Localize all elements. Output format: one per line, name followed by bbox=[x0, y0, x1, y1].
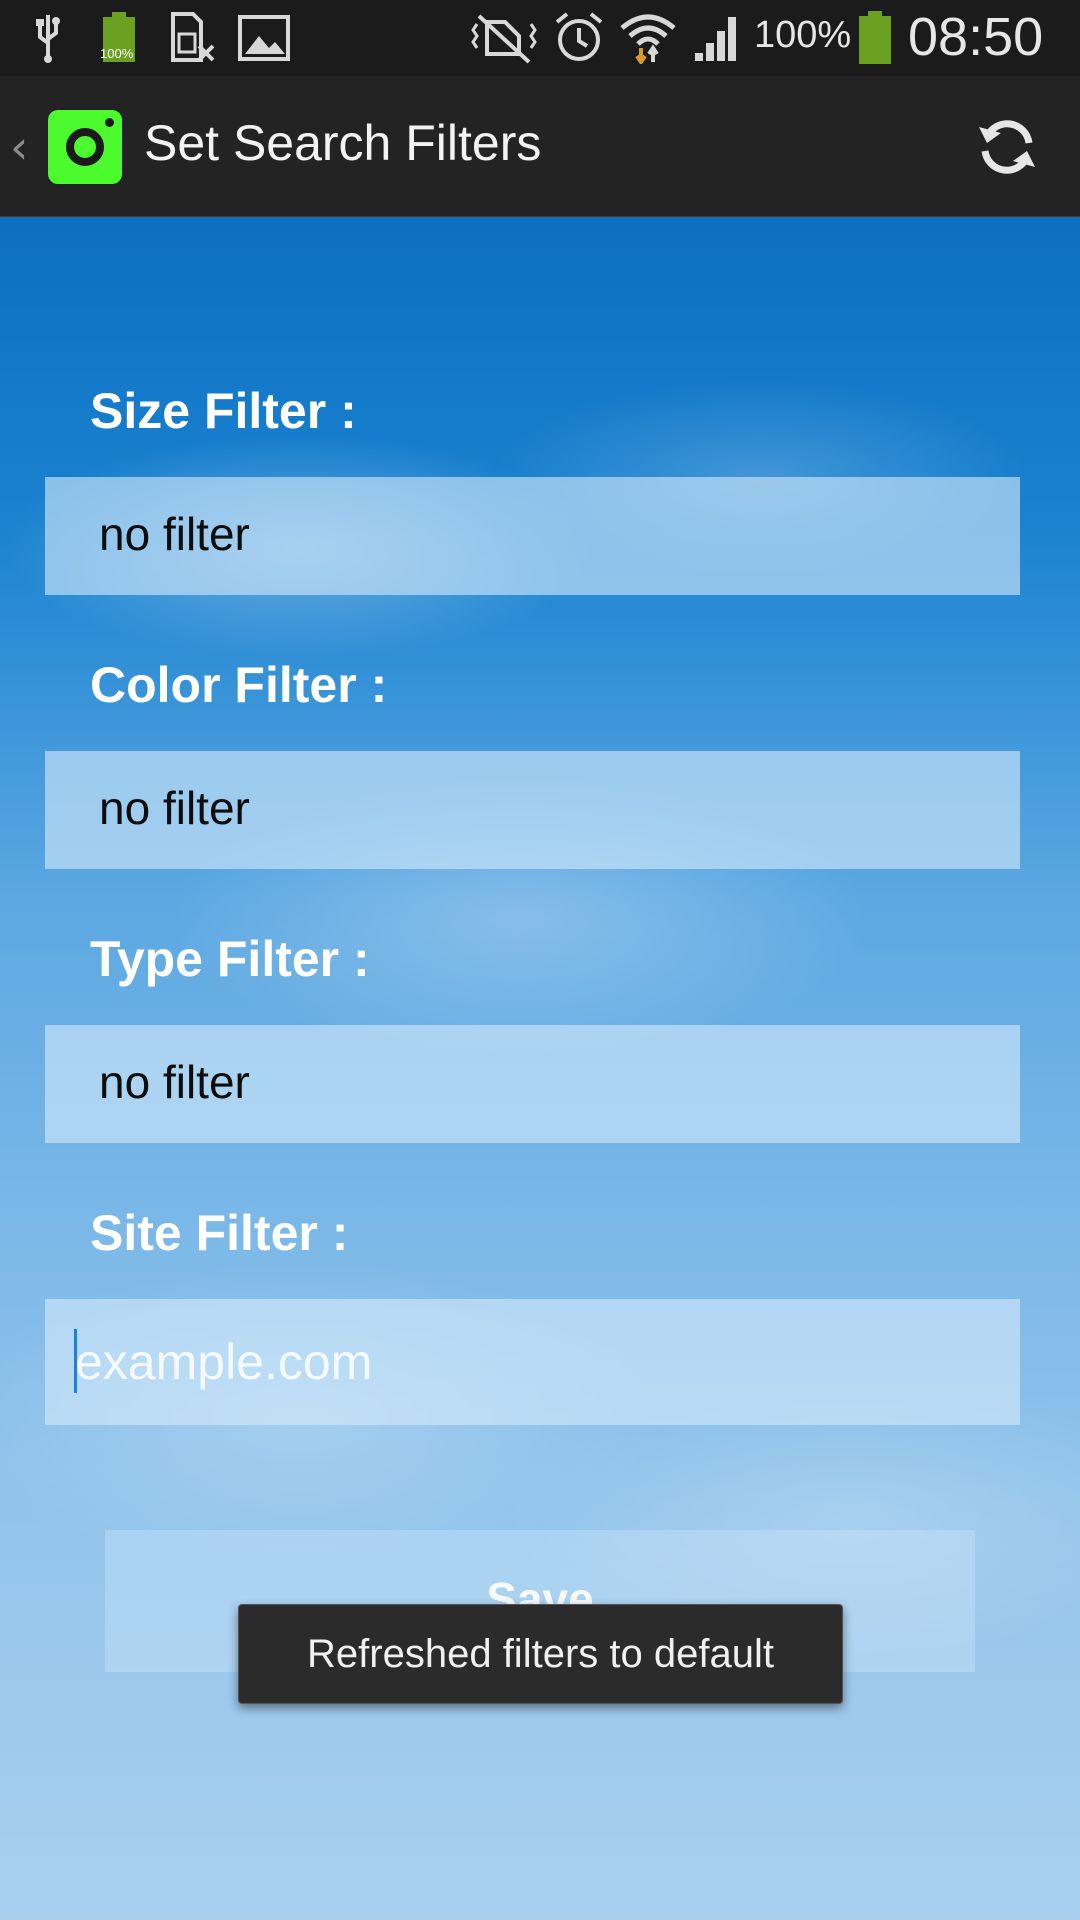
sim-off-icon bbox=[168, 12, 216, 64]
refresh-icon bbox=[979, 120, 1035, 174]
toast: Refreshed filters to default bbox=[238, 1604, 843, 1704]
camera-lens-icon bbox=[66, 128, 104, 166]
color-filter-value: no filter bbox=[99, 782, 250, 834]
gallery-icon bbox=[236, 12, 292, 64]
clock: 08:50 bbox=[908, 7, 1044, 67]
mute-vibrate-icon bbox=[468, 12, 540, 64]
site-filter-label: Site Filter : bbox=[90, 1205, 349, 1261]
usb-icon bbox=[28, 12, 68, 64]
text-caret bbox=[74, 1329, 77, 1393]
size-filter-spinner[interactable]: no filter bbox=[45, 477, 1020, 595]
type-filter-spinner[interactable]: no filter bbox=[45, 1025, 1020, 1143]
action-bar: ‹ Set Search Filters bbox=[0, 76, 1080, 217]
battery-percent: 100% bbox=[754, 14, 852, 56]
toast-message: Refreshed filters to default bbox=[307, 1631, 774, 1676]
battery-full-icon: 100% bbox=[98, 12, 140, 64]
camera-app-icon[interactable] bbox=[48, 110, 122, 184]
site-filter-placeholder: example.com bbox=[75, 1334, 373, 1390]
alarm-icon bbox=[552, 12, 606, 64]
status-bar: 100% 100% 08:50 bbox=[0, 0, 1080, 76]
chevron-left-icon[interactable]: ‹ bbox=[10, 120, 28, 174]
size-filter-label: Size Filter : bbox=[90, 383, 357, 439]
wifi-icon bbox=[618, 12, 678, 64]
type-filter-value: no filter bbox=[99, 1056, 250, 1108]
size-filter-value: no filter bbox=[99, 508, 250, 560]
refresh-button[interactable] bbox=[964, 104, 1050, 190]
battery-small-label: 100% bbox=[100, 46, 134, 61]
signal-icon bbox=[692, 12, 744, 64]
battery-icon bbox=[856, 11, 894, 64]
color-filter-spinner[interactable]: no filter bbox=[45, 751, 1020, 869]
type-filter-label: Type Filter : bbox=[90, 931, 370, 987]
color-filter-label: Color Filter : bbox=[90, 657, 388, 713]
site-filter-input[interactable]: example.com bbox=[45, 1299, 1020, 1425]
page-title: Set Search Filters bbox=[144, 115, 542, 171]
